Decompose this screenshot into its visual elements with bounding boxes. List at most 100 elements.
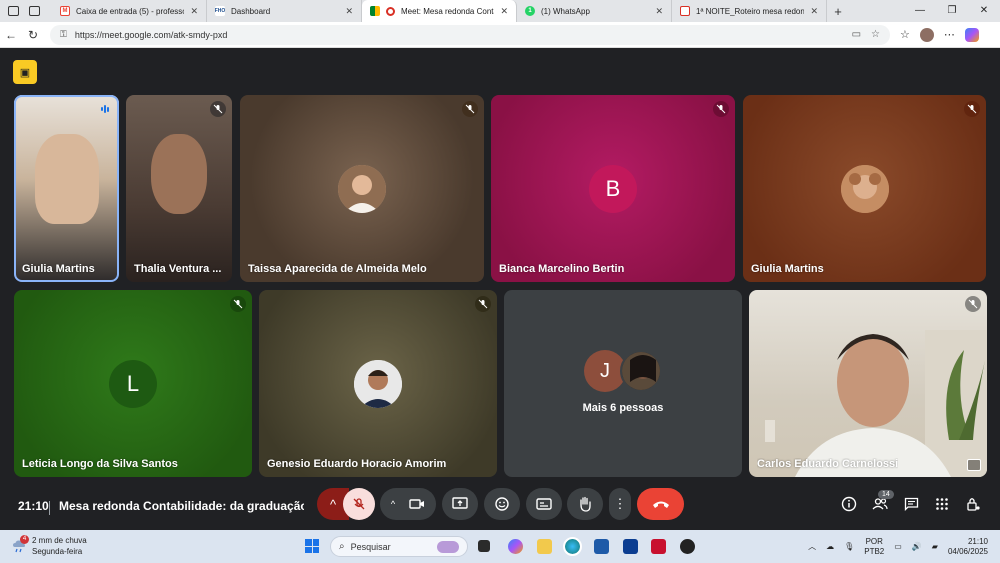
window-controls: — ❐ ✕ <box>904 0 1000 22</box>
chevron-up-icon[interactable]: ^ <box>391 499 395 509</box>
participant-name: Giulia Martins <box>751 263 824 275</box>
participant-tile[interactable]: L Leticia Longo da Silva Santos <box>14 290 252 477</box>
participant-tile[interactable]: Carlos Eduardo Carnelossi <box>749 290 987 477</box>
participant-tile[interactable]: Genesio Eduardo Horacio Amorim <box>259 290 497 477</box>
phone-hangup-icon <box>652 501 669 508</box>
present-button[interactable] <box>442 488 478 520</box>
captions-button[interactable] <box>526 488 562 520</box>
participant-tile[interactable]: Giulia Martins <box>14 95 119 282</box>
favorites-icon[interactable]: ☆ <box>900 28 910 41</box>
camera-toggle-button[interactable]: ^ <box>380 488 436 520</box>
close-icon[interactable]: ✕ <box>345 6 353 17</box>
close-icon[interactable]: ✕ <box>190 6 198 17</box>
lock-person-icon <box>967 498 980 511</box>
chat-icon <box>904 497 918 511</box>
mic-off-icon <box>230 296 246 312</box>
tab-actions <box>0 6 52 16</box>
chat-button[interactable] <box>901 494 921 514</box>
search-highlight-icon <box>437 540 459 553</box>
address-bar[interactable]: ⚿ https://meet.google.com/atk-smdy-pxd ▭… <box>50 24 890 45</box>
copilot-app-icon[interactable] <box>508 539 523 554</box>
tab-title: Meet: Mesa redonda Contab <box>401 6 495 16</box>
weather-widget[interactable]: 4 2 mm de chuva Segunda-feira <box>12 535 87 557</box>
leave-call-button[interactable] <box>637 488 684 520</box>
more-participants-tile[interactable]: J Mais 6 pessoas <box>504 290 742 477</box>
gmail-icon: M <box>60 6 70 16</box>
edge-browser-icon[interactable] <box>563 537 582 556</box>
more-icon[interactable]: ⋯ <box>944 28 955 41</box>
star-icon[interactable]: ☆ <box>871 29 880 40</box>
site-info-icon[interactable]: ⚿ <box>60 29 67 40</box>
dell-icon[interactable] <box>623 539 638 554</box>
meeting-info-button[interactable] <box>839 494 859 514</box>
participant-name: Leticia Longo da Silva Santos <box>22 458 178 470</box>
task-view-icon[interactable] <box>478 540 490 552</box>
host-controls-button[interactable] <box>963 494 983 514</box>
tab-dashboard[interactable]: FHO Dashboard ✕ <box>207 0 362 22</box>
profile-avatar[interactable] <box>919 27 934 42</box>
participant-video <box>34 134 99 225</box>
notification-badge: 4 <box>20 535 29 544</box>
close-icon[interactable]: ✕ <box>500 6 508 17</box>
raise-hand-button[interactable] <box>567 488 603 520</box>
more-options-button[interactable]: ⋮ <box>609 488 631 520</box>
tab-whatsapp[interactable]: 1 (1) WhatsApp ✕ <box>517 0 672 22</box>
display-icon[interactable]: ▭ <box>894 542 902 551</box>
tab-pdf[interactable]: 1ª NOITE_Roteiro mesa redonda_ ✕ <box>672 0 827 22</box>
chevron-up-icon[interactable]: ︿ <box>808 541 816 552</box>
new-tab-button[interactable]: + <box>827 4 849 19</box>
recording-indicator-icon[interactable]: ▣ <box>13 60 37 84</box>
activities-button[interactable] <box>932 494 952 514</box>
pdf-icon <box>680 6 690 16</box>
search-placeholder: Pesquisar <box>350 541 391 552</box>
mic-off-icon <box>713 101 729 117</box>
search-icon: ⌕ <box>339 541 345 552</box>
cloud-icon[interactable]: ☁ <box>826 542 834 551</box>
clock[interactable]: 21:10 04/06/2025 <box>948 537 988 557</box>
people-count-badge: 14 <box>878 490 894 499</box>
back-arrow-icon[interactable]: ← <box>0 28 22 42</box>
close-window-button[interactable]: ✕ <box>968 0 1000 22</box>
participant-avatar: B <box>589 164 637 213</box>
mic-toggle-button[interactable] <box>343 488 375 520</box>
mic-off-icon <box>210 101 226 117</box>
store-icon[interactable] <box>594 539 609 554</box>
meet-stage: ▣ Giulia Martins Thalia Ventura ... Tais… <box>0 48 1000 530</box>
address-bar-row: ← ↻ ⚿ https://meet.google.com/atk-smdy-p… <box>0 22 1000 48</box>
camera-icon[interactable]: ▭ <box>852 29 861 40</box>
language-indicator[interactable]: POR PTB2 <box>864 537 884 557</box>
minimize-button[interactable]: — <box>904 0 936 22</box>
system-tray: ︿ ☁ 🎙 POR PTB2 ▭ 🔊 ▰ 21:10 04/06/2025 <box>808 530 1000 563</box>
screen: M Caixa de entrada (5) - professore ✕ FH… <box>0 0 1000 563</box>
close-icon[interactable]: ✕ <box>810 6 818 17</box>
participant-name: Carlos Eduardo Carnelossi <box>757 458 899 470</box>
participant-tile[interactable]: Giulia Martins <box>743 95 986 282</box>
participant-tile[interactable]: Thalia Ventura ... <box>126 95 232 282</box>
reactions-button[interactable] <box>484 488 520 520</box>
volume-icon[interactable]: 🔊 <box>912 542 922 551</box>
workspaces-icon[interactable] <box>8 6 19 16</box>
reload-icon[interactable]: ↻ <box>22 28 44 42</box>
participant-tile[interactable]: B Bianca Marcelino Bertin <box>491 95 735 282</box>
mcafee-icon[interactable] <box>651 539 666 554</box>
windows-start-icon[interactable] <box>305 539 319 553</box>
close-icon[interactable]: ✕ <box>655 6 663 17</box>
meeting-title: Mesa redonda Contabilidade: da graduação… <box>59 499 304 513</box>
keyboard-layout: PTB2 <box>864 546 885 556</box>
media-player-icon[interactable] <box>680 539 695 554</box>
tab-actions-icon[interactable] <box>29 6 40 16</box>
battery-icon[interactable]: ▰ <box>932 542 938 551</box>
microphone-icon[interactable]: 🎙 <box>844 542 854 551</box>
people-button[interactable]: 14 <box>870 490 894 514</box>
file-explorer-icon[interactable] <box>537 539 552 554</box>
tab-gmail[interactable]: M Caixa de entrada (5) - professore ✕ <box>52 0 207 22</box>
weather-day: Segunda-feira <box>32 547 83 556</box>
participant-tile[interactable]: Taissa Aparecida de Almeida Melo <box>240 95 484 282</box>
copilot-icon[interactable] <box>964 27 979 42</box>
taskbar-search[interactable]: ⌕ Pesquisar <box>330 536 468 557</box>
mic-off-icon <box>475 296 491 312</box>
tab-meet[interactable]: Meet: Mesa redonda Contab ✕ <box>362 0 517 22</box>
recording-icon <box>386 6 395 16</box>
participant-avatar: L <box>109 359 157 408</box>
maximize-button[interactable]: ❐ <box>936 0 968 22</box>
